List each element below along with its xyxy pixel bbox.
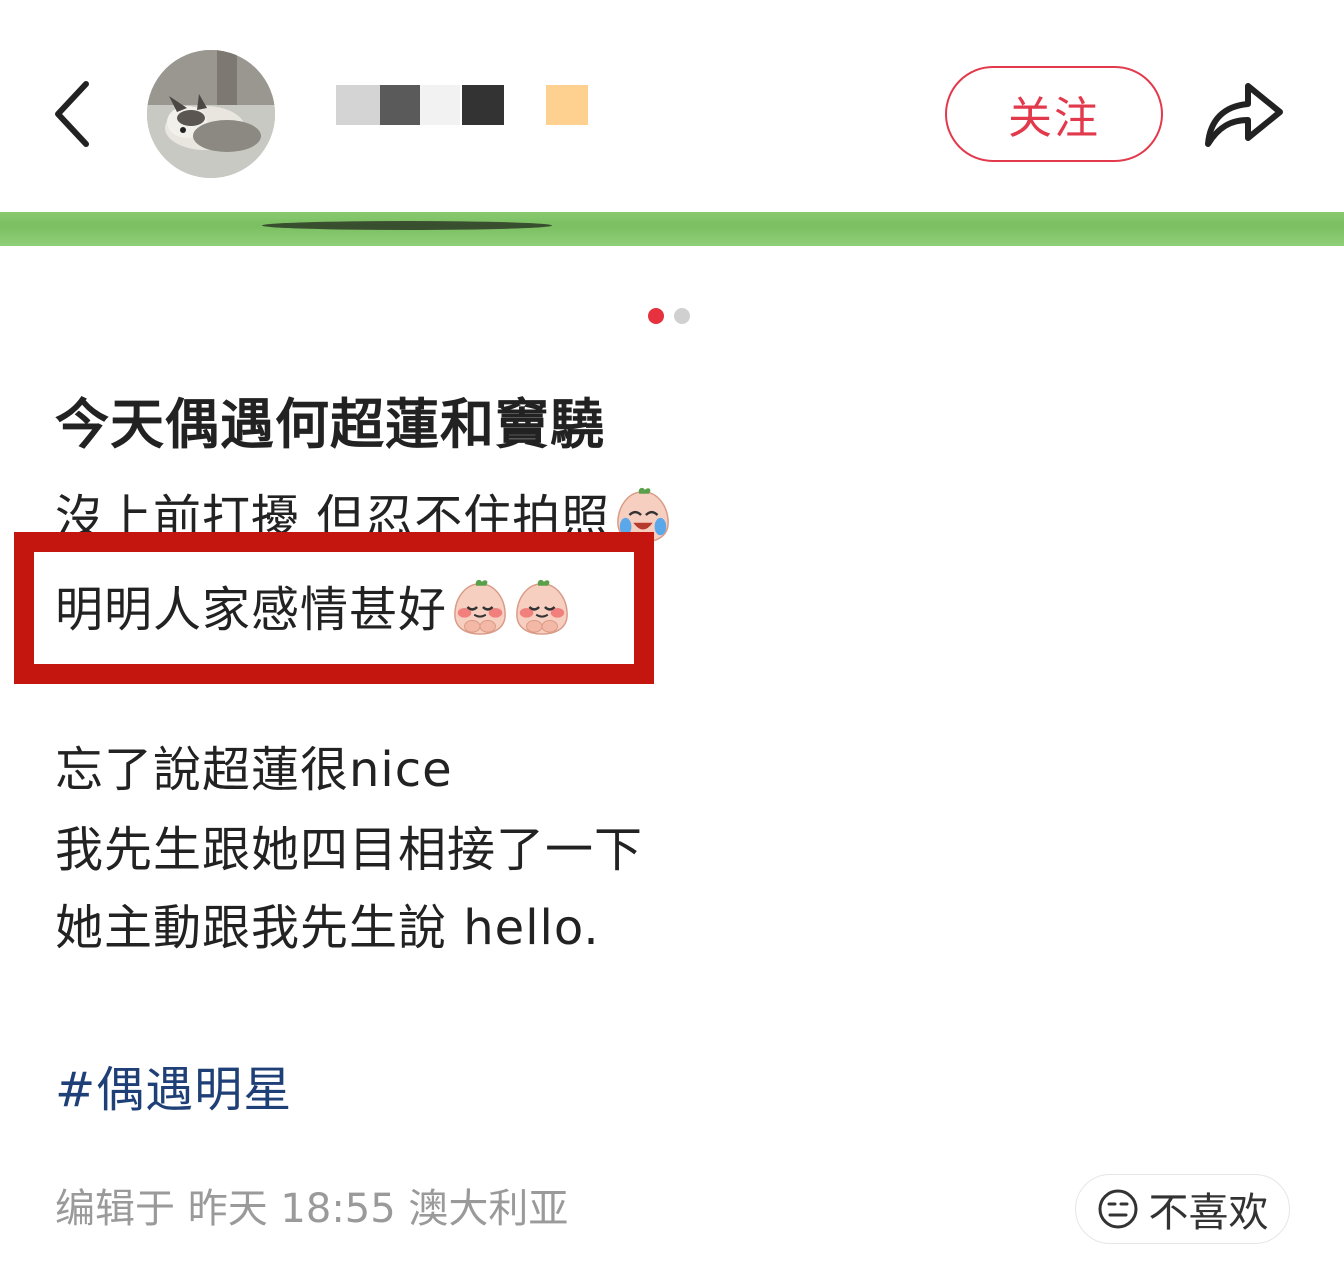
dislike-button[interactable]: 不喜欢 (1075, 1174, 1290, 1244)
chevron-left-icon[interactable] (50, 78, 100, 150)
highlight-annotation-box (14, 532, 654, 684)
post-line-5: 她主動跟我先生說 hello. (55, 900, 600, 956)
post-line-4: 我先生跟她四目相接了一下 (55, 822, 644, 878)
carousel-indicator (648, 308, 690, 326)
follow-button[interactable]: 关注 (945, 66, 1163, 162)
post-header: 关注 (0, 0, 1344, 212)
username-redacted (290, 80, 600, 136)
dislike-label: 不喜欢 (1148, 1190, 1269, 1236)
avatar[interactable] (147, 50, 275, 178)
share-arrow-icon[interactable] (1200, 76, 1286, 152)
carousel-dot (674, 308, 690, 324)
post-line-3: 忘了說超蓮很nice (55, 742, 453, 798)
post-title: 今天偶遇何超蓮和竇驍 (55, 393, 605, 456)
carousel-dot-active (648, 308, 664, 324)
post-photo-edge[interactable] (0, 212, 1344, 246)
edit-timestamp: 编辑于 昨天 18:55 澳大利亚 (55, 1186, 569, 1232)
neutral-face-icon (1098, 1189, 1137, 1229)
hashtag-link[interactable]: #偶遇明星 (55, 1050, 292, 1120)
